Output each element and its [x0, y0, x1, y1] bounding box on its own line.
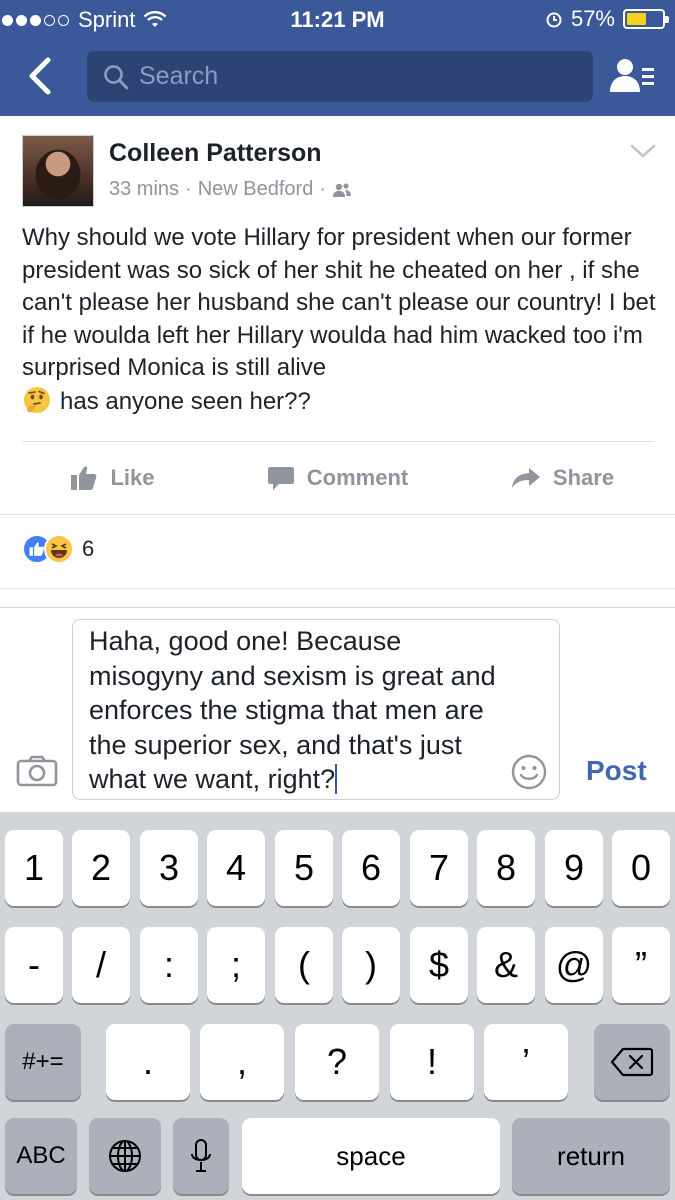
post-actions: Like Comment Share [0, 452, 675, 504]
dictation-key[interactable] [173, 1118, 229, 1194]
key-5[interactable]: 5 [275, 830, 333, 906]
key-at[interactable]: @ [545, 927, 603, 1003]
key-dollar[interactable]: $ [410, 927, 468, 1003]
haha-reaction-icon [44, 534, 74, 564]
comment-input[interactable]: Haha, good one! Because misogyny and sex… [72, 619, 560, 800]
post-text: Why should we vote Hillary for president… [22, 224, 656, 381]
thumbs-up-icon [71, 466, 97, 490]
abc-key[interactable]: ABC [5, 1118, 77, 1194]
key-slash[interactable]: / [72, 927, 130, 1003]
backspace-key[interactable] [594, 1024, 670, 1100]
post-body: Why should we vote Hillary for president… [22, 222, 662, 418]
key-exclamation[interactable]: ! [390, 1024, 474, 1100]
key-quote[interactable]: ” [612, 927, 670, 1003]
reaction-count: 6 [82, 536, 95, 561]
like-button[interactable]: Like [0, 452, 225, 504]
key-comma[interactable]: , [200, 1024, 284, 1100]
battery-icon [623, 9, 669, 29]
globe-icon [109, 1140, 141, 1172]
key-2[interactable]: 2 [72, 830, 130, 906]
comment-text-area[interactable]: Haha, good one! Because misogyny and sex… [89, 624, 509, 797]
key-1[interactable]: 1 [5, 830, 63, 906]
thinking-face-emoji [24, 386, 50, 413]
chevron-left-icon[interactable] [24, 54, 60, 98]
globe-key[interactable] [89, 1118, 161, 1194]
author-name[interactable]: Colleen Patterson [109, 139, 322, 168]
post-text-tail: has anyone seen her?? [60, 387, 311, 415]
key-hyphen[interactable]: - [5, 927, 63, 1003]
friend-requests-icon[interactable] [608, 56, 656, 96]
emoji-picker-icon[interactable] [510, 753, 548, 791]
post-meta: 33 mins · New Bedford · [109, 178, 352, 201]
like-label: Like [110, 465, 155, 490]
key-open-paren[interactable]: ( [275, 927, 333, 1003]
key-6[interactable]: 6 [342, 830, 400, 906]
post-location[interactable]: New Bedford [198, 178, 314, 201]
keyboard: 1 2 3 4 5 6 7 8 9 0 - / : ; ( ) $ & @ ” … [0, 812, 675, 1200]
comment-text: Haha, good one! Because misogyny and sex… [89, 626, 496, 794]
battery-level [627, 13, 647, 25]
search-input[interactable]: Search [87, 51, 593, 102]
status-bar: Sprint 11:21 PM 57% [0, 0, 675, 38]
key-semicolon[interactable]: ; [207, 927, 265, 1003]
divider [0, 588, 675, 589]
comment-label: Comment [306, 465, 409, 490]
meta-separator: · [185, 178, 192, 200]
key-apostrophe[interactable]: ’ [484, 1024, 568, 1100]
more-symbols-key[interactable]: #+= [5, 1024, 81, 1100]
key-ampersand[interactable]: & [477, 927, 535, 1003]
divider [22, 441, 654, 442]
comment-button[interactable]: Comment [225, 452, 450, 504]
meta-separator: · [319, 178, 326, 200]
share-button[interactable]: Share [450, 452, 675, 504]
divider [0, 514, 675, 515]
search-icon [104, 64, 129, 89]
camera-icon[interactable] [16, 755, 58, 787]
top-header: Sprint 11:21 PM 57% Search [0, 0, 675, 116]
microphone-icon [191, 1139, 211, 1172]
key-4[interactable]: 4 [207, 830, 265, 906]
reactions-summary[interactable]: 6 [22, 534, 94, 564]
post-time[interactable]: 33 mins [109, 178, 179, 201]
search-placeholder: Search [139, 62, 219, 90]
key-8[interactable]: 8 [477, 830, 535, 906]
alarm-icon [546, 12, 562, 28]
key-0[interactable]: 0 [612, 830, 670, 906]
text-cursor [335, 764, 338, 794]
battery-area: 57% [545, 6, 669, 32]
key-question[interactable]: ? [295, 1024, 379, 1100]
share-label: Share [552, 465, 615, 490]
space-key[interactable]: space [242, 1118, 500, 1194]
divider [0, 607, 675, 608]
key-close-paren[interactable]: ) [342, 927, 400, 1003]
friends-audience-icon [333, 182, 351, 197]
share-arrow-icon [511, 468, 540, 488]
key-7[interactable]: 7 [410, 830, 468, 906]
author-avatar[interactable] [22, 135, 94, 207]
key-period[interactable]: . [106, 1024, 190, 1100]
battery-percent: 57% [570, 6, 615, 31]
chevron-down-icon[interactable] [630, 143, 656, 159]
backspace-icon [610, 1047, 654, 1077]
key-colon[interactable]: : [140, 927, 198, 1003]
comment-bubble-icon [267, 467, 294, 490]
key-3[interactable]: 3 [140, 830, 198, 906]
key-9[interactable]: 9 [545, 830, 603, 906]
return-key[interactable]: return [512, 1118, 670, 1194]
post-comment-button[interactable]: Post [586, 755, 647, 787]
